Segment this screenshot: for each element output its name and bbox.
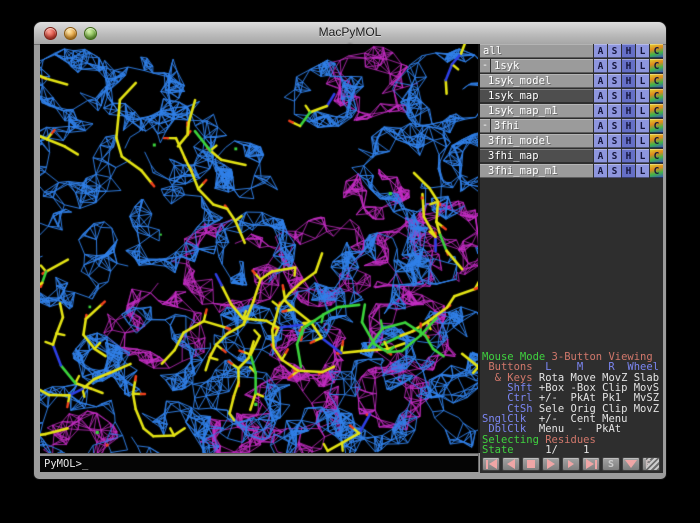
show-menu-button[interactable]: S: [608, 164, 621, 178]
object-row-3fhi_map: 3fhi_mapASHLC: [480, 149, 663, 163]
command-prompt: PyMOL>: [44, 458, 82, 470]
object-row-1syk: -1sykASHLC: [480, 59, 663, 73]
action-menu-button[interactable]: A: [594, 134, 607, 148]
color-menu-button[interactable]: C: [650, 119, 663, 133]
step-forward-button[interactable]: [562, 457, 580, 471]
action-menu-button[interactable]: A: [594, 44, 607, 58]
object-row-3fhi_map_m1: 3fhi_map_m1ASHLC: [480, 164, 663, 178]
action-menu-button[interactable]: A: [594, 74, 607, 88]
traffic-lights: [44, 27, 97, 40]
object-list: allASHLC-1sykASHLC1syk_modelASHLC1syk_ma…: [480, 44, 663, 179]
menu-button[interactable]: [622, 457, 640, 471]
command-line-input[interactable]: PyMOL>_: [40, 456, 478, 472]
action-menu-button[interactable]: A: [594, 59, 607, 73]
object-name[interactable]: 3fhi_map_m1: [480, 164, 593, 178]
object-name[interactable]: 3fhi: [491, 119, 593, 133]
hide-menu-button[interactable]: H: [622, 119, 635, 133]
play-button[interactable]: [542, 457, 560, 471]
object-name[interactable]: 3fhi_map: [480, 149, 593, 163]
hide-menu-button[interactable]: H: [622, 104, 635, 118]
object-row-3fhi_model: 3fhi_modelASHLC: [480, 134, 663, 148]
go-to-start-button[interactable]: [482, 457, 500, 471]
object-name[interactable]: 1syk_model: [480, 74, 593, 88]
hide-menu-button[interactable]: H: [622, 134, 635, 148]
label-menu-button[interactable]: L: [636, 44, 649, 58]
show-menu-button[interactable]: S: [608, 119, 621, 133]
label-menu-button[interactable]: L: [636, 89, 649, 103]
hide-menu-button[interactable]: H: [622, 44, 635, 58]
show-menu-button[interactable]: S: [608, 74, 621, 88]
object-name[interactable]: 1syk_map_m1: [480, 104, 593, 118]
window-title: MacPyMOL: [34, 22, 666, 44]
object-name[interactable]: all: [480, 44, 593, 58]
show-menu-button[interactable]: S: [608, 59, 621, 73]
action-menu-button[interactable]: A: [594, 149, 607, 163]
label-menu-button[interactable]: L: [636, 164, 649, 178]
object-name[interactable]: 1syk: [491, 59, 593, 73]
action-menu-button[interactable]: A: [594, 104, 607, 118]
object-row-all: allASHLC: [480, 44, 663, 58]
hide-menu-button[interactable]: H: [622, 164, 635, 178]
color-menu-button[interactable]: C: [650, 164, 663, 178]
color-menu-button[interactable]: C: [650, 59, 663, 73]
color-menu-button[interactable]: C: [650, 104, 663, 118]
go-to-end-button[interactable]: [582, 457, 600, 471]
mouse-mode-panel: Mouse Mode 3-Button Viewing Buttons L M …: [482, 352, 659, 455]
close-button[interactable]: [44, 27, 57, 40]
object-name[interactable]: 1syk_map: [480, 89, 593, 103]
label-menu-button[interactable]: L: [636, 119, 649, 133]
stop-button[interactable]: [522, 457, 540, 471]
object-row-1syk_map: 1syk_mapASHLC: [480, 89, 663, 103]
desktop: MacPyMOL PyMOL>_ allASHLC-1sykASHLC1syk_…: [0, 0, 700, 523]
action-menu-button[interactable]: A: [594, 164, 607, 178]
hide-menu-button[interactable]: H: [622, 149, 635, 163]
action-menu-button[interactable]: A: [594, 119, 607, 133]
mouse-mode-line: State 1/ 1: [482, 445, 659, 455]
color-menu-button[interactable]: C: [650, 44, 663, 58]
fullscreen-grip[interactable]: F: [642, 457, 660, 471]
minimize-button[interactable]: [64, 27, 77, 40]
expand-toggle[interactable]: -: [480, 119, 490, 133]
hide-menu-button[interactable]: H: [622, 74, 635, 88]
label-menu-button[interactable]: L: [636, 59, 649, 73]
show-menu-button[interactable]: S: [608, 44, 621, 58]
app-window: MacPyMOL PyMOL>_ allASHLC-1sykASHLC1syk_…: [33, 21, 667, 480]
show-menu-button[interactable]: S: [608, 149, 621, 163]
color-menu-button[interactable]: C: [650, 149, 663, 163]
s-button[interactable]: S: [602, 457, 620, 471]
step-back-button[interactable]: [502, 457, 520, 471]
object-row-1syk_model: 1syk_modelASHLC: [480, 74, 663, 88]
label-menu-button[interactable]: L: [636, 149, 649, 163]
command-cursor: _: [82, 458, 88, 470]
label-menu-button[interactable]: L: [636, 74, 649, 88]
expand-toggle[interactable]: -: [480, 59, 490, 73]
hide-menu-button[interactable]: H: [622, 89, 635, 103]
hide-menu-button[interactable]: H: [622, 59, 635, 73]
object-row-1syk_map_m1: 1syk_map_m1ASHLC: [480, 104, 663, 118]
action-menu-button[interactable]: A: [594, 89, 607, 103]
object-row-3fhi: -3fhiASHLC: [480, 119, 663, 133]
object-name[interactable]: 3fhi_model: [480, 134, 593, 148]
show-menu-button[interactable]: S: [608, 134, 621, 148]
label-menu-button[interactable]: L: [636, 104, 649, 118]
color-menu-button[interactable]: C: [650, 89, 663, 103]
zoom-button[interactable]: [84, 27, 97, 40]
vcr-bar: SF: [482, 457, 660, 471]
show-menu-button[interactable]: S: [608, 104, 621, 118]
titlebar[interactable]: MacPyMOL: [34, 22, 666, 45]
label-menu-button[interactable]: L: [636, 134, 649, 148]
color-menu-button[interactable]: C: [650, 134, 663, 148]
viewport-3d[interactable]: [40, 44, 478, 453]
internal-gui-panel: allASHLC-1sykASHLC1syk_modelASHLC1syk_ma…: [480, 44, 663, 473]
show-menu-button[interactable]: S: [608, 89, 621, 103]
color-menu-button[interactable]: C: [650, 74, 663, 88]
